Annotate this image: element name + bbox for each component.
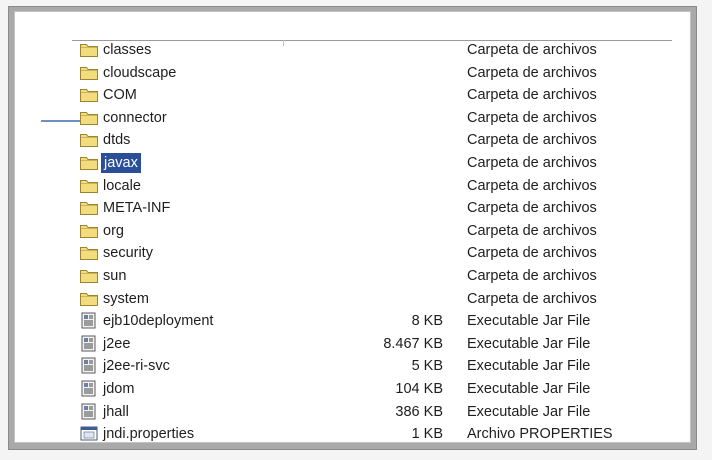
file-size: 5 KB	[411, 358, 443, 375]
file-type: Executable Jar File	[467, 358, 591, 375]
file-row[interactable]: cloudscape Carpeta de archivos	[15, 62, 695, 84]
file-row[interactable]: j2ee 8.467 KB Executable Jar File	[15, 333, 695, 355]
file-row[interactable]: org Carpeta de archivos	[15, 220, 695, 242]
jar-file-icon	[79, 403, 99, 420]
window-frame: classes Carpeta de archivos cloudscape Car…	[8, 6, 697, 450]
file-row[interactable]: j2ee-ri-svc 5 KB Executable Jar File	[15, 355, 695, 377]
jar-file-icon	[79, 312, 99, 329]
folder-icon	[79, 64, 99, 81]
file-type: Carpeta de archivos	[467, 268, 597, 284]
file-type: Carpeta de archivos	[467, 245, 597, 262]
file-row[interactable]: classes Carpeta de archivos	[15, 39, 695, 61]
jar-file-icon	[79, 335, 99, 352]
file-type: Carpeta de archivos	[467, 222, 597, 239]
file-type: Executable Jar File	[467, 403, 591, 420]
file-size: 8 KB	[411, 313, 443, 330]
file-row[interactable]: dtds Carpeta de archivos	[15, 129, 695, 151]
file-name: system	[103, 290, 149, 307]
file-row[interactable]: META-INF Carpeta de archivos	[15, 197, 695, 219]
file-type: Executable Jar File	[467, 313, 591, 330]
folder-icon	[79, 244, 99, 261]
file-type: Carpeta de archivos	[467, 87, 597, 104]
file-name: dtds	[103, 132, 131, 149]
folder-icon	[79, 199, 99, 216]
folder-icon	[79, 86, 99, 103]
file-type: Carpeta de archivos	[467, 200, 597, 217]
file-name: jdom	[103, 381, 135, 397]
file-type: Executable Jar File	[467, 381, 591, 397]
properties-file-icon	[79, 425, 99, 442]
file-name: jndi.properties	[103, 426, 195, 443]
file-list-pane[interactable]: classes Carpeta de archivos cloudscape Car…	[14, 11, 691, 443]
file-name: j2ee-ri-svc	[103, 358, 170, 375]
file-type: Archivo PROPERTIES	[467, 426, 613, 443]
folder-icon	[79, 177, 99, 194]
file-name: ejb10deployment	[103, 313, 214, 330]
file-name: locale	[103, 177, 141, 194]
file-type: Carpeta de archivos	[467, 290, 597, 307]
folder-icon	[79, 222, 99, 239]
file-row[interactable]: system Carpeta de archivos	[15, 288, 695, 310]
file-name: connector	[103, 109, 167, 126]
file-type: Carpeta de archivos	[467, 64, 597, 81]
folder-icon	[79, 290, 99, 307]
file-size: 1 KB	[411, 426, 443, 443]
file-name: META-INF	[103, 200, 171, 217]
file-name: classes	[103, 42, 152, 58]
file-row[interactable]: security Carpeta de archivos	[15, 242, 695, 264]
file-name: jhall	[103, 403, 129, 420]
file-row[interactable]: connector Carpeta de archivos	[15, 107, 695, 129]
file-row[interactable]: jdom 104 KB Executable Jar File	[15, 378, 695, 400]
folder-icon	[79, 109, 99, 126]
file-row[interactable]: sun Carpeta de archivos	[15, 265, 695, 287]
file-type: Carpeta de archivos	[467, 132, 597, 149]
file-name: javax	[101, 153, 141, 173]
file-type: Executable Jar File	[467, 335, 591, 352]
file-size: 104 KB	[395, 381, 443, 397]
jar-file-icon	[79, 357, 99, 374]
file-row[interactable]: ejb10deployment 8 KB Executable Jar File	[15, 310, 695, 332]
folder-icon	[79, 267, 99, 284]
file-size: 386 KB	[395, 403, 443, 420]
file-name: security	[103, 245, 153, 262]
file-type: Carpeta de archivos	[467, 155, 597, 171]
file-name: COM	[103, 87, 137, 104]
file-row[interactable]: jhall 386 KB Executable Jar File	[15, 401, 695, 423]
file-row[interactable]: COM Carpeta de archivos	[15, 84, 695, 106]
folder-icon	[79, 131, 99, 148]
file-type: Carpeta de archivos	[467, 177, 597, 194]
file-type: Carpeta de archivos	[467, 109, 597, 126]
jar-file-icon	[79, 380, 99, 397]
file-type: Carpeta de archivos	[467, 42, 597, 58]
folder-icon	[79, 41, 99, 58]
file-name: sun	[103, 268, 127, 284]
file-row[interactable]: jndi.properties 1 KB Archivo PROPERTIES	[15, 423, 695, 445]
file-name: j2ee	[103, 335, 131, 352]
file-row[interactable]: javax Carpeta de archivos	[15, 152, 695, 174]
folder-icon	[79, 154, 99, 171]
file-size: 8.467 KB	[383, 335, 443, 352]
file-name: org	[103, 222, 124, 239]
file-name: cloudscape	[103, 64, 177, 81]
file-row[interactable]: locale Carpeta de archivos	[15, 175, 695, 197]
